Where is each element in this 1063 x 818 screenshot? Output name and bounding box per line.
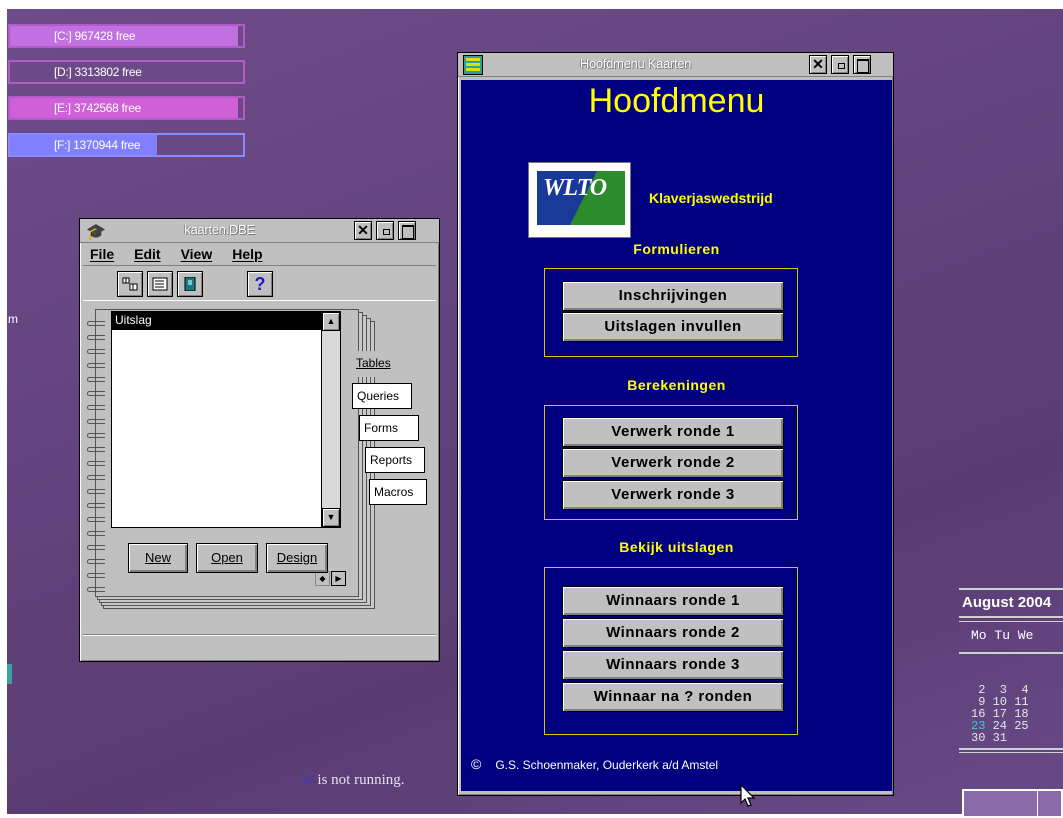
winnaar-na-rondes-button[interactable]: Winnaar na ? ronden [562, 682, 784, 712]
page-nav: ◆ ▶ [315, 571, 347, 587]
close-button[interactable]: ✕ [354, 221, 372, 240]
dbe-titlebar[interactable]: 🎓 kaarten.DBE ✕ [80, 219, 439, 243]
status-not-running: z! is not running. [302, 772, 405, 789]
mouse-cursor-icon [740, 784, 756, 807]
hoofdmenu-window: Hoofdmenu Kaarten ✕ Hoofdmenu WLTO Klave… [457, 52, 894, 796]
drive-f-bar: [F:] 1370944 free [8, 133, 245, 157]
wlto-logo: WLTO [528, 162, 631, 238]
page-title: Hoofdmenu [588, 82, 765, 120]
verwerk-ronde-1-button[interactable]: Verwerk ronde 1 [562, 417, 784, 447]
scroll-down-button[interactable]: ▼ [322, 508, 340, 527]
drive-e-label: [E:] 3742568 free [54, 101, 141, 115]
tab-macros[interactable]: Macros [369, 479, 427, 505]
calendar-row: 30 31 [971, 731, 1008, 745]
dbe-title: kaarten.DBE [184, 222, 255, 237]
page-next-button[interactable]: ▶ [331, 571, 346, 586]
desktop-edge-text: m [8, 312, 18, 326]
tab-reports[interactable]: Reports [365, 447, 425, 473]
uitslagen-invullen-button[interactable]: Uitslagen invullen [562, 312, 784, 342]
tab-forms[interactable]: Forms [359, 415, 419, 441]
app-prefix: z! [302, 772, 314, 788]
hoofdmenu-titlebar[interactable]: Hoofdmenu Kaarten ✕ [458, 53, 893, 77]
app-icon[interactable] [463, 55, 483, 75]
drive-f-label: [F:] 1370944 free [54, 138, 141, 152]
verwerk-ronde-3-button[interactable]: Verwerk ronde 3 [562, 480, 784, 510]
design-button[interactable]: Design [266, 543, 328, 573]
calendar-title: August 2004 [962, 594, 1052, 611]
menu-view[interactable]: View [181, 246, 213, 262]
dbe-statusbar [83, 634, 436, 658]
copyright-icon: © [471, 756, 482, 772]
notebook-icon[interactable] [177, 271, 203, 297]
dbe-window: 🎓 kaarten.DBE ✕ File Edit View Help ? Ui… [79, 218, 440, 662]
dbe-toolbar: ? [83, 265, 436, 301]
maximize-button[interactable] [398, 221, 416, 240]
tab-queries[interactable]: Queries [352, 383, 412, 409]
menu-edit[interactable]: Edit [134, 246, 160, 262]
verwerk-ronde-2-button[interactable]: Verwerk ronde 2 [562, 448, 784, 478]
hoofdmenu-title: Hoofdmenu Kaarten [579, 56, 692, 71]
list-item[interactable]: Uitslag [112, 312, 321, 330]
subtitle: Klaverjaswedstrijd [649, 190, 773, 206]
calendar-weekday-header: Mo Tu We [971, 628, 1034, 643]
section-bekijk-uitslagen-label: Bekijk uitslagen [619, 539, 734, 555]
object-list[interactable]: Uitslag ▲ ▼ [111, 311, 341, 528]
copyright-text: G.S. Schoenmaker, Ouderkerk a/d Amstel [495, 758, 719, 772]
mortarboard-icon[interactable]: 🎓 [86, 222, 106, 242]
minimize-button[interactable] [376, 221, 394, 240]
winnaars-ronde-1-button[interactable]: Winnaars ronde 1 [562, 586, 784, 616]
open-button[interactable]: Open [196, 543, 258, 573]
section-berekeningen-label: Berekeningen [627, 377, 726, 393]
grid-view-icon[interactable] [117, 271, 143, 297]
tab-tables[interactable]: Tables [352, 351, 395, 377]
drive-e-bar: [E:] 3742568 free [8, 96, 245, 120]
calendar-widget: August 2004 Mo Tu We 2 3 4 9 10 11 16 17… [959, 588, 1063, 818]
drive-d-label: [D:] 3313802 free [54, 65, 142, 79]
list-scrollbar[interactable]: ▲ ▼ [321, 312, 340, 527]
drive-d-bar: [D:] 3313802 free [8, 60, 245, 84]
drive-c-label: [C:] 967428 free [54, 29, 136, 43]
calendar-bottom-panel[interactable] [962, 789, 1063, 818]
hoofdmenu-client: Hoofdmenu WLTO Klaverjaswedstrijd Formul… [461, 80, 892, 791]
form-view-icon[interactable] [147, 271, 173, 297]
help-icon[interactable]: ? [247, 271, 273, 297]
dbe-notebook: Uitslag ▲ ▼ Tables Queries Forms Reports… [85, 307, 427, 625]
page-prev-button[interactable]: ◆ [315, 571, 330, 586]
hm-close-button[interactable]: ✕ [809, 55, 827, 74]
hm-maximize-button[interactable] [853, 55, 871, 74]
new-button[interactable]: New [128, 543, 188, 573]
hm-minimize-button[interactable] [831, 55, 849, 74]
winnaars-ronde-3-button[interactable]: Winnaars ronde 3 [562, 650, 784, 680]
menu-help[interactable]: Help [232, 246, 262, 262]
scroll-up-button[interactable]: ▲ [322, 312, 340, 331]
copyright: © G.S. Schoenmaker, Ouderkerk a/d Amstel [471, 756, 718, 772]
notebook-rings [85, 307, 107, 607]
desktop-edge-marker [7, 664, 12, 684]
inschrijvingen-button[interactable]: Inschrijvingen [562, 281, 784, 311]
drive-c-bar: [C:] 967428 free [8, 24, 245, 48]
dbe-menubar: File Edit View Help [80, 243, 439, 265]
winnaars-ronde-2-button[interactable]: Winnaars ronde 2 [562, 618, 784, 648]
not-running-text: is not running. [313, 772, 405, 788]
section-formulieren-label: Formulieren [633, 241, 720, 257]
menu-file[interactable]: File [90, 246, 114, 262]
